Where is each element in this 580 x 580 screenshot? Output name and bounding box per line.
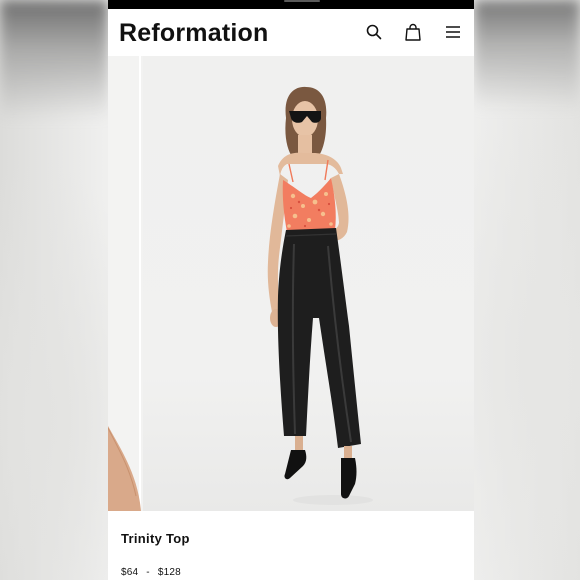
background-blur-left [0, 0, 108, 120]
price-separator: - [146, 567, 150, 578]
model-photo [267, 86, 373, 505]
price-high: $128 [157, 567, 181, 578]
product-title[interactable]: Trinity Top [121, 531, 190, 546]
previous-image-crop [108, 426, 141, 511]
main-product-image[interactable] [143, 56, 474, 511]
brand-logo[interactable]: Reformation [119, 19, 268, 47]
menu-button[interactable] [442, 21, 464, 43]
search-button[interactable] [363, 21, 385, 43]
product-image-gallery[interactable] [108, 56, 474, 511]
product-info: Trinity Top $64- $128 [108, 511, 474, 580]
previous-image-slide[interactable] [108, 56, 141, 511]
site-header: Reformation [108, 9, 474, 56]
bag-icon [405, 23, 421, 41]
menu-icon [446, 26, 460, 38]
status-indicator [284, 0, 320, 2]
product-price-range: $64- $128 [121, 567, 181, 578]
status-bar [108, 0, 474, 9]
shopping-bag-button[interactable] [402, 21, 424, 43]
background-blur-right [474, 0, 580, 110]
price-low: $64 [121, 567, 139, 578]
search-icon [366, 24, 382, 40]
phone-screen: Reformation Trinity Top $64 - $128 [108, 0, 474, 580]
